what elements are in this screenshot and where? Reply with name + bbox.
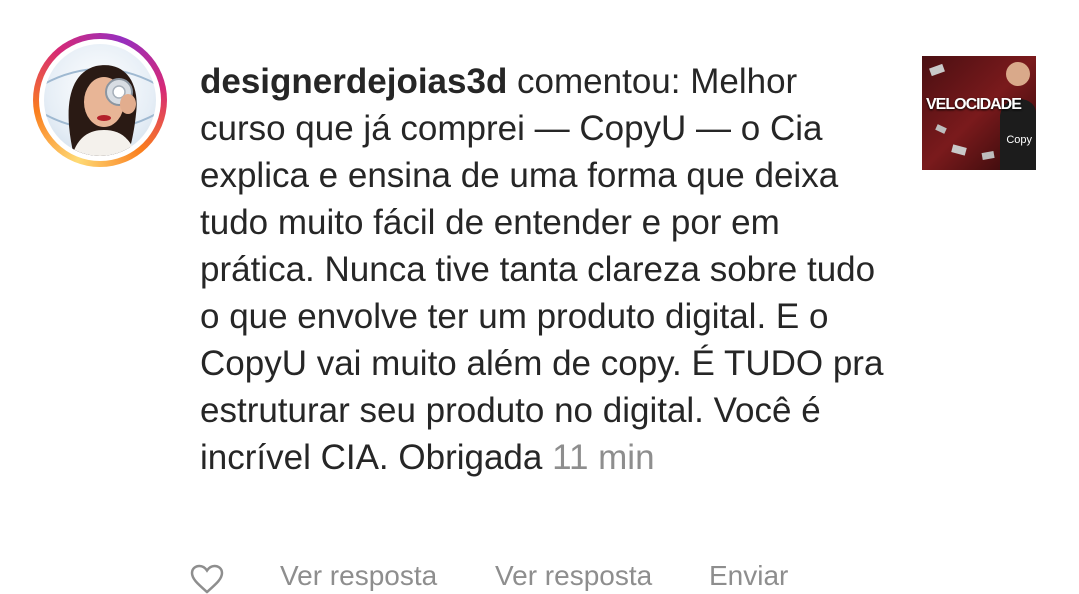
thumbnail-title: VELOCIDADE [926,96,1022,113]
post-thumbnail[interactable]: VELOCIDADE Copy [922,56,1036,170]
comment-timestamp: 11 min [552,438,655,477]
reply-button[interactable]: Ver resposta [280,560,437,592]
send-button[interactable]: Enviar [709,560,788,592]
avatar-story-ring[interactable] [33,33,167,167]
reply-button-secondary[interactable]: Ver resposta [495,560,652,592]
heart-icon[interactable] [190,564,224,594]
comment-body: designerdejoias3d comentou: Melhor curso… [200,58,890,481]
avatar-portrait-icon [44,65,156,156]
avatar[interactable] [44,44,156,156]
comment-text: comentou: Melhor curso que já comprei — … [200,62,884,477]
thumbnail-subtitle: Copy [1006,134,1032,146]
comment-actions: Ver resposta Ver resposta Enviar [0,558,1079,594]
comment-username[interactable]: designerdejoias3d [200,62,507,101]
